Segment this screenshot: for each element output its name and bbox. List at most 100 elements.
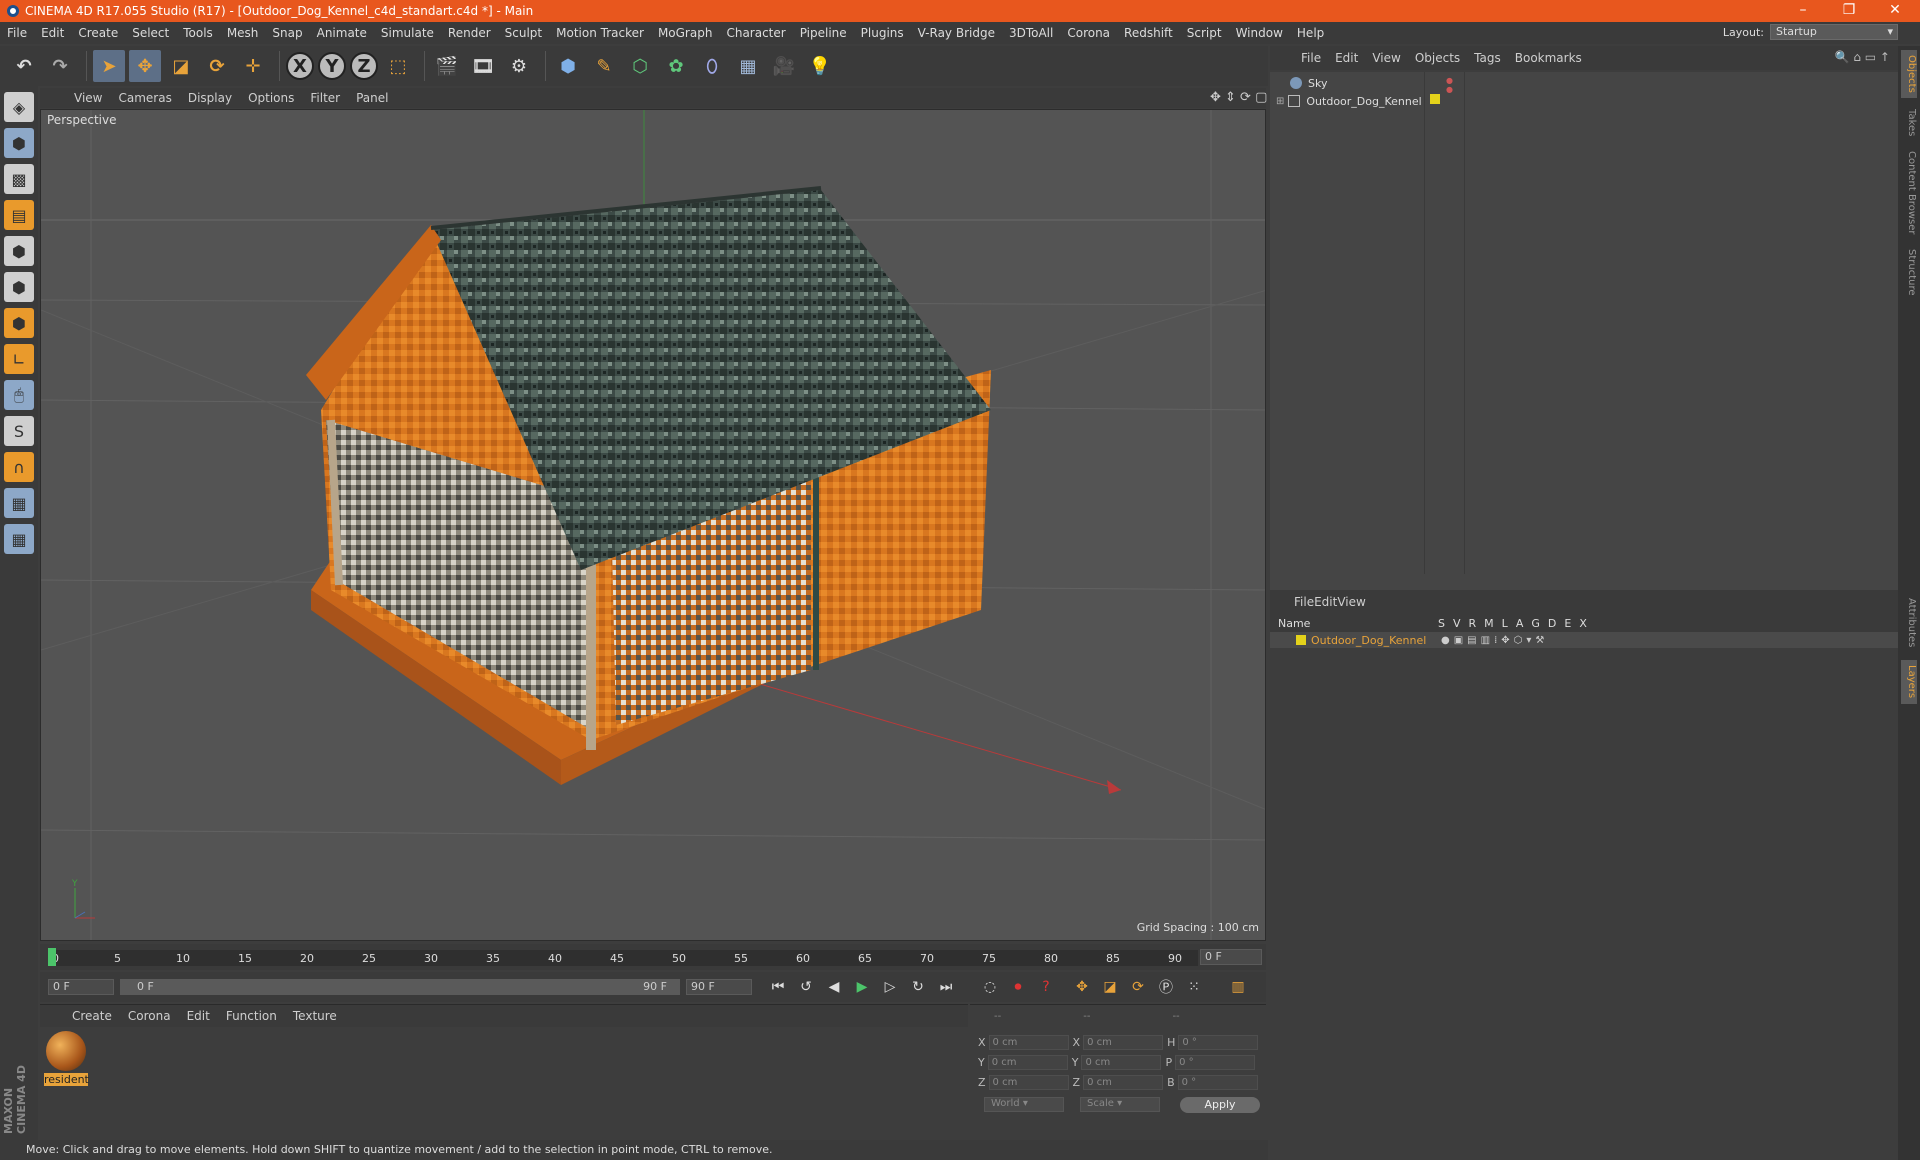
layer-flag-g[interactable]: G — [1531, 617, 1540, 630]
viewport-nav-icons[interactable]: ✥ ⇕ ⟳ ▢ — [1210, 90, 1267, 105]
menu-create[interactable]: Create — [71, 26, 125, 40]
object-menu-objects[interactable]: Objects — [1408, 51, 1467, 65]
tab-objects[interactable]: Objects — [1901, 50, 1917, 98]
menu-mesh[interactable]: Mesh — [220, 26, 266, 40]
menu-file[interactable]: File — [0, 26, 34, 40]
record-keys-icon[interactable]: ⏺ — [1006, 975, 1030, 999]
coord-field[interactable]: 0 cm — [988, 1035, 1069, 1050]
y-axis-lock-button[interactable]: Y — [318, 52, 346, 80]
object-row-kennel[interactable]: ⊞ Outdoor_Dog_Kennel — [1276, 92, 1422, 110]
key-param-icon[interactable]: Ⓟ — [1154, 975, 1178, 999]
layer-menu-file[interactable]: File — [1294, 595, 1314, 609]
object-menu-bookmarks[interactable]: Bookmarks — [1508, 51, 1589, 65]
object-menu-edit[interactable]: Edit — [1328, 51, 1365, 65]
layout-dropdown[interactable]: Startup ▾ — [1770, 24, 1898, 40]
apply-button[interactable]: Apply — [1180, 1097, 1260, 1113]
material-menu-texture[interactable]: Texture — [285, 1009, 345, 1023]
motion-path-icon[interactable]: ◌ — [978, 975, 1002, 999]
coord-field[interactable]: 0 ° — [1178, 1035, 1259, 1050]
camera-icon[interactable]: 🎥 — [768, 50, 800, 82]
rotate-tool-icon[interactable]: ⟳ — [201, 50, 233, 82]
object-menu-view[interactable]: View — [1365, 51, 1407, 65]
coord-field[interactable]: 0 cm — [987, 1055, 1068, 1070]
coord-field[interactable]: 0 cm — [1083, 1035, 1164, 1050]
key-pla-icon[interactable]: ⁙ — [1182, 975, 1206, 999]
grid-snap-icon[interactable]: ▦ — [4, 524, 34, 554]
layer-flag-v[interactable]: V — [1453, 617, 1461, 630]
viewport-menu-filter[interactable]: Filter — [302, 91, 348, 105]
texture-mode-icon[interactable]: ▩ — [4, 164, 34, 194]
deformer-icon[interactable]: ⬯ — [696, 50, 728, 82]
close-icon[interactable]: ✕ — [1872, 0, 1918, 22]
viewport-menu-cameras[interactable]: Cameras — [110, 91, 179, 105]
spline-pen-icon[interactable]: ✎ — [588, 50, 620, 82]
prev-frame-icon[interactable]: ◀ — [822, 975, 846, 999]
select-tool-icon[interactable]: ➤ — [93, 50, 125, 82]
light-icon[interactable]: 💡 — [804, 50, 836, 82]
menu-v-ray-bridge[interactable]: V-Ray Bridge — [911, 26, 1002, 40]
floor-icon[interactable]: ▦ — [732, 50, 764, 82]
x-axis-lock-button[interactable]: X — [286, 52, 314, 80]
layer-menu-edit[interactable]: Edit — [1314, 595, 1337, 609]
snapping-icon[interactable]: S — [4, 416, 34, 446]
scale-tool-icon[interactable]: ◪ — [165, 50, 197, 82]
timeline-window-icon[interactable]: ▥ — [1226, 975, 1250, 999]
tab-content-browser[interactable]: Content Browser — [1901, 148, 1917, 238]
key-rotation-icon[interactable]: ⟳ — [1126, 975, 1150, 999]
render-view-icon[interactable]: 🎬 — [431, 50, 463, 82]
viewport-menu-panel[interactable]: Panel — [348, 91, 396, 105]
tweak-mode-icon[interactable]: 🖱 — [4, 380, 34, 410]
key-scale-icon[interactable]: ◪ — [1098, 975, 1122, 999]
menu-help[interactable]: Help — [1290, 26, 1331, 40]
object-row-sky[interactable]: Sky — [1290, 74, 1327, 92]
layer-flag-e[interactable]: E — [1564, 617, 1571, 630]
menu-plugins[interactable]: Plugins — [854, 26, 911, 40]
model-mode-icon[interactable]: ⬢ — [4, 128, 34, 158]
layer-flag-l[interactable]: L — [1502, 617, 1508, 630]
edges-mode-icon[interactable]: ⬢ — [4, 272, 34, 302]
coord-field[interactable]: 0 cm — [1081, 1055, 1162, 1070]
coordinate-system-icon[interactable]: ⬚ — [382, 50, 414, 82]
visibility-dots-icon[interactable]: ● ● — [1446, 76, 1453, 94]
menu-snap[interactable]: Snap — [265, 26, 309, 40]
perspective-viewport[interactable]: Perspective Grid Spacing : 100 cm Y — [40, 109, 1266, 941]
redo-icon[interactable]: ↷ — [44, 50, 76, 82]
start-frame-field[interactable]: 0 F — [48, 979, 114, 995]
layer-flag-r[interactable]: R — [1469, 617, 1477, 630]
menu-animate[interactable]: Animate — [310, 26, 374, 40]
menu-3dtoall[interactable]: 3DToAll — [1002, 26, 1060, 40]
menu-select[interactable]: Select — [125, 26, 176, 40]
material-item[interactable]: resident — [44, 1031, 89, 1086]
layer-row[interactable]: Outdoor_Dog_Kennel ●▣▤▥⁞✥⬡▾⚒ — [1270, 632, 1898, 648]
make-editable-icon[interactable]: ◈ — [4, 92, 34, 122]
goto-start-icon[interactable]: ⏮ — [766, 975, 790, 999]
menu-tools[interactable]: Tools — [176, 26, 220, 40]
restore-icon[interactable]: ❐ — [1826, 0, 1872, 22]
grid-lock-icon[interactable]: ▦ — [4, 488, 34, 518]
viewport-menu-display[interactable]: Display — [180, 91, 240, 105]
next-key-icon[interactable]: ↻ — [906, 975, 930, 999]
tab-structure[interactable]: Structure — [1901, 244, 1917, 300]
menu-window[interactable]: Window — [1229, 26, 1290, 40]
menu-render[interactable]: Render — [441, 26, 498, 40]
current-frame-field[interactable]: 0 F — [1200, 949, 1262, 965]
end-frame-field[interactable]: 90 F — [686, 979, 752, 995]
render-settings-icon[interactable]: ⚙ — [503, 50, 535, 82]
minimize-icon[interactable]: – — [1780, 0, 1826, 22]
move-tool-icon[interactable]: ✥ — [129, 50, 161, 82]
timeline-ruler[interactable]: 051015202530354045505560657075808590 0 F — [40, 944, 1266, 970]
menu-edit[interactable]: Edit — [34, 26, 71, 40]
layer-flag-d[interactable]: D — [1548, 617, 1556, 630]
menu-pipeline[interactable]: Pipeline — [793, 26, 854, 40]
preview-range-slider[interactable]: 0 F 90 F — [120, 979, 680, 995]
play-icon[interactable]: ▶ — [850, 975, 874, 999]
cube-primitive-icon[interactable]: ⬢ — [552, 50, 584, 82]
subdivision-icon[interactable]: ⬡ — [624, 50, 656, 82]
menu-character[interactable]: Character — [719, 26, 792, 40]
goto-end-icon[interactable]: ⏭ — [934, 975, 958, 999]
layer-color-tag[interactable] — [1430, 94, 1440, 104]
polygons-mode-icon[interactable]: ⬢ — [4, 308, 34, 338]
layer-flag-s[interactable]: S — [1438, 617, 1445, 630]
prev-key-icon[interactable]: ↺ — [794, 975, 818, 999]
expand-icon[interactable]: ⊞ — [1276, 96, 1284, 107]
